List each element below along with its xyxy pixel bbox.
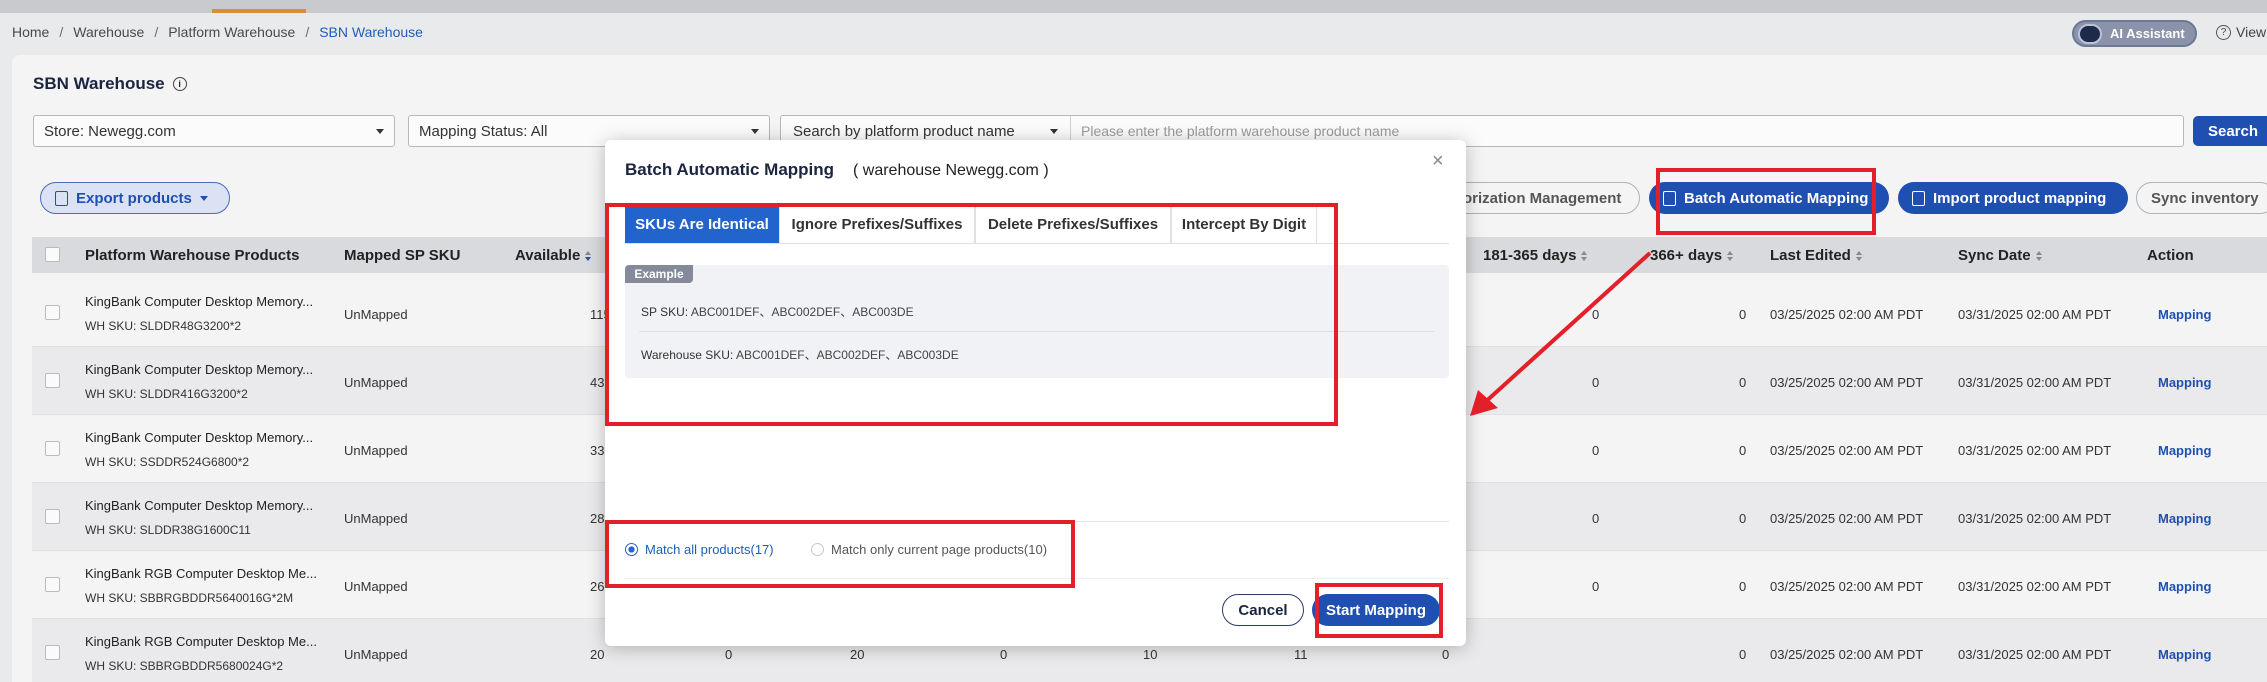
annotation-arrow — [1470, 251, 1652, 416]
arrow-shaft — [1480, 251, 1652, 407]
